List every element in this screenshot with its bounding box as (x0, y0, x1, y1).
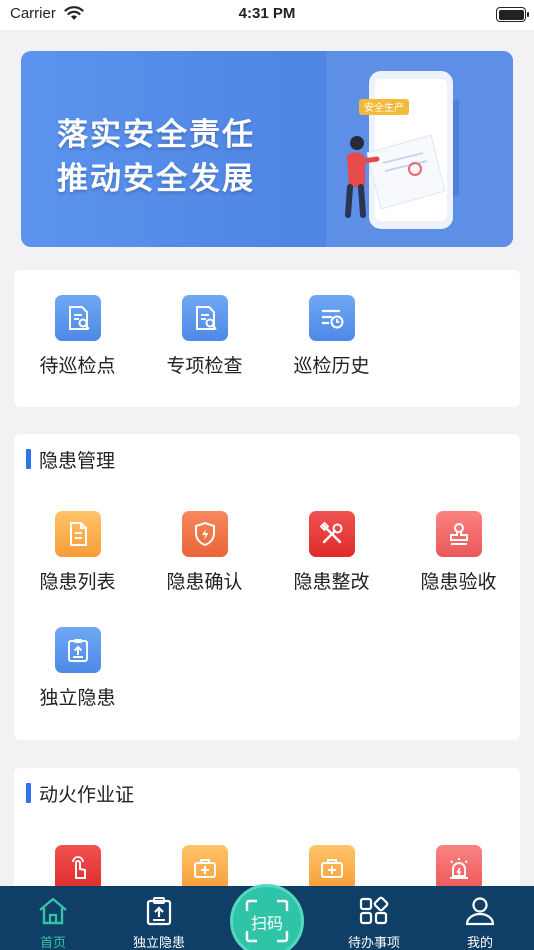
hand-tap-icon (54, 845, 101, 891)
home-icon (39, 897, 67, 925)
hazard-item-independent[interactable]: 独立隐患 (14, 627, 141, 710)
banner-tag-text: 安全生产 (364, 101, 404, 114)
hazard-item-rectify[interactable]: 隐患整改 (268, 511, 395, 594)
battery-icon (496, 7, 529, 22)
clipboard-upload-icon (146, 897, 172, 926)
document-icon (54, 511, 101, 557)
tab-todo[interactable]: 待办事项 (321, 886, 427, 950)
stamp-icon (435, 511, 482, 557)
inspection-card: 待巡检点 专项检查 巡检历史 (14, 270, 520, 407)
apps-grid-icon (359, 896, 389, 925)
hot-work-item-2[interactable] (141, 845, 268, 891)
doc-search-icon (181, 295, 228, 341)
tools-icon (308, 511, 355, 557)
inspection-item-pending[interactable]: 待巡检点 (14, 295, 141, 378)
clipboard-upload-icon (54, 627, 101, 673)
scan-label: 扫码 (250, 914, 283, 933)
shield-icon (181, 511, 228, 557)
hot-work-item-4[interactable] (395, 845, 522, 891)
hazard-item-confirm[interactable]: 隐患确认 (141, 511, 268, 594)
section-title-hot-work: 动火作业证 (26, 781, 134, 806)
promo-banner[interactable]: 落实安全责任 推动安全发展 安全生产 (21, 51, 513, 247)
inspection-item-special[interactable]: 专项检查 (141, 295, 268, 378)
scan-button[interactable]: 扫码 (230, 884, 304, 950)
medkit-icon (181, 845, 228, 891)
hazard-management-card: 隐患管理 隐患列表 隐患确认 隐患整改 隐患验收 独立隐患 (14, 434, 520, 740)
section-title-hazard: 隐患管理 (26, 447, 115, 472)
hazard-item-list[interactable]: 隐患列表 (14, 511, 141, 594)
tab-mine[interactable]: 我的 (427, 886, 533, 950)
status-bar: Carrier 4:31 PM (0, 0, 534, 30)
safety-illustration: 安全生产 (345, 71, 459, 231)
banner-slogan-line1: 落实安全责任 (57, 117, 255, 153)
alarm-icon (435, 845, 482, 891)
tab-home[interactable]: 首页 (0, 886, 106, 950)
status-time: 4:31 PM (238, 5, 296, 22)
medkit-icon (308, 845, 355, 891)
user-icon (465, 897, 495, 926)
hot-work-item-3[interactable] (268, 845, 395, 891)
doc-search-icon (54, 295, 101, 341)
hazard-item-accept[interactable]: 隐患验收 (395, 511, 522, 594)
tab-independent-hazard[interactable]: 独立隐患 (106, 886, 212, 950)
hot-work-item-1[interactable] (14, 845, 141, 891)
history-list-icon (308, 295, 355, 341)
banner-slogan-line2: 推动安全发展 (57, 161, 255, 197)
inspection-item-history[interactable]: 巡检历史 (268, 295, 395, 378)
